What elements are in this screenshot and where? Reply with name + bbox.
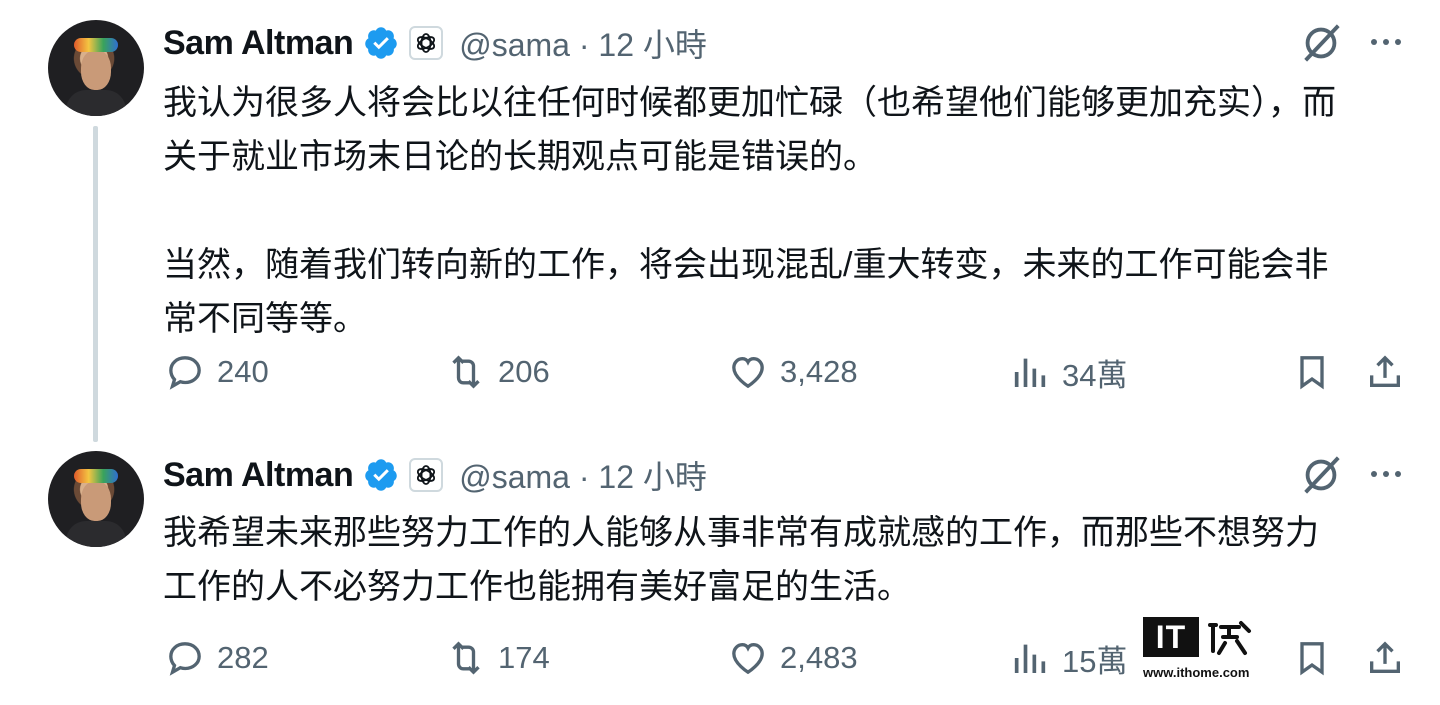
like-count: 2,483 xyxy=(780,640,858,675)
tweet-text: 我希望未来那些努力工作的人能够从事非常有成就感的工作，而那些不想努力 工作的人不… xyxy=(163,514,1319,606)
reply-count: 240 xyxy=(217,354,269,389)
repost-button[interactable]: 206 xyxy=(446,347,550,397)
reply-icon xyxy=(169,356,201,390)
like-button[interactable]: 3,428 xyxy=(728,347,858,397)
views-count: 34萬 xyxy=(1062,357,1128,393)
avatar[interactable] xyxy=(48,451,144,547)
share-icon[interactable] xyxy=(1365,638,1405,678)
verified-badge-icon xyxy=(365,27,397,59)
tweet-header: Sam Altman @sama · 12 小時 xyxy=(163,18,707,68)
repost-count: 174 xyxy=(498,640,550,675)
repost-icon xyxy=(452,355,480,389)
share-icon[interactable] xyxy=(1365,352,1405,392)
views-icon xyxy=(1014,644,1046,673)
like-button[interactable]: 2,483 xyxy=(728,633,858,683)
bookmark-icon[interactable] xyxy=(1292,352,1332,392)
repost-button[interactable]: 174 xyxy=(446,633,550,683)
grok-icon[interactable] xyxy=(1298,452,1344,498)
openai-logo-icon[interactable] xyxy=(409,458,444,492)
tweet[interactable]: Sam Altman @sama · 12 小時 我认为很多人将会比以往任何时候… xyxy=(0,0,1440,442)
reply-count: 282 xyxy=(217,640,269,675)
handle-and-time[interactable]: @sama · 12 小時 xyxy=(459,20,707,66)
like-count: 3,428 xyxy=(780,354,858,389)
tweet-header: Sam Altman @sama · 12 小時 xyxy=(163,450,707,500)
ithome-watermark: IT www.ithome.com xyxy=(1143,617,1255,685)
repost-count: 206 xyxy=(498,354,550,389)
action-bar: 240 206 3,428 34萬 xyxy=(0,347,1440,397)
handle-and-time[interactable]: @sama · 12 小時 xyxy=(459,452,707,498)
repost-icon xyxy=(452,641,480,675)
ithome-logo: IT xyxy=(1143,617,1199,657)
openai-logo-icon[interactable] xyxy=(409,26,444,60)
more-icon[interactable] xyxy=(1366,464,1406,484)
verified-badge-icon xyxy=(365,459,397,491)
views-button[interactable]: 15萬 xyxy=(1010,633,1127,683)
views-button[interactable]: 34萬 xyxy=(1010,347,1127,397)
ithome-zh-logo xyxy=(1208,621,1251,655)
views-count: 15萬 xyxy=(1062,643,1128,679)
reply-icon xyxy=(169,642,201,676)
author-name[interactable]: Sam Altman xyxy=(163,456,354,495)
views-icon xyxy=(1014,358,1046,387)
heart-icon xyxy=(732,356,764,389)
reply-button[interactable]: 240 xyxy=(165,347,269,397)
tweet-text: 我认为很多人将会比以往任何时候都更加忙碌（也希望他们能够更加充实），而 关于就业… xyxy=(163,84,1336,338)
watermark-url: www.ithome.com xyxy=(1143,665,1250,680)
heart-icon xyxy=(732,642,764,675)
avatar[interactable] xyxy=(48,20,144,116)
grok-icon[interactable] xyxy=(1298,20,1344,66)
author-name[interactable]: Sam Altman xyxy=(163,24,354,63)
more-icon[interactable] xyxy=(1366,32,1406,52)
bookmark-icon[interactable] xyxy=(1292,638,1332,678)
reply-button[interactable]: 282 xyxy=(165,633,269,683)
